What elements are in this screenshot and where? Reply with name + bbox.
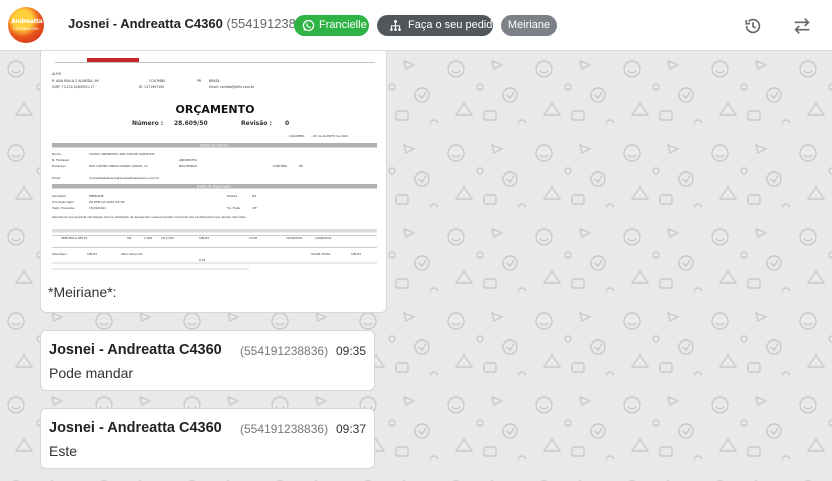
doc-numero-label: Número : (132, 120, 163, 127)
doc-date: , 20 de AGOSTO de 2021 (311, 134, 349, 138)
message-sender: Josnei - Andreatta C4360 (49, 420, 222, 436)
doc-city: COLOMBO (289, 134, 305, 138)
svg-text:N. Fantasia: N. Fantasia (52, 158, 69, 162)
tag-label: Francielle (319, 19, 367, 31)
doc-revisao-label: Revisão : (241, 120, 272, 127)
client-fantasia: ANDREATTA (179, 158, 198, 162)
client-bairro: BOQUEIRAO (179, 164, 198, 168)
neg-note: Atendendo sua prezada solicitação, temos… (52, 215, 246, 219)
neg-condicao: 28 DFM DA DATA DE NF. (89, 200, 125, 204)
message-sender: Josnei - Andreatta C4360 (49, 342, 222, 358)
svg-text:Vendedor: Vendedor (52, 194, 67, 198)
history-icon[interactable] (742, 15, 764, 37)
message-text: Este (49, 443, 78, 459)
message-sender-phone: (554191238836) (240, 422, 329, 436)
tag-label: Meiriane (507, 19, 551, 31)
svg-text:Endereço: Endereço (52, 164, 66, 168)
message-time: 09:37 (335, 422, 366, 436)
logo-subtext: DISTRIBUIDORA (13, 27, 39, 31)
client-city: CURITIBA (273, 164, 288, 168)
svg-text:COLOMBO: COLOMBO (149, 79, 166, 83)
neg-vendedor: MEIRIANE (89, 194, 104, 198)
svg-text:Moeda: Moeda (227, 194, 237, 198)
logo-text: Andreatta (11, 18, 43, 25)
item-un: UN (127, 236, 131, 240)
message-sender-phone: (554191238836) (240, 344, 329, 358)
chat-header: Andreatta DISTRIBUIDORA Josnei - Andreat… (0, 0, 832, 51)
client-email: andreattaadesivos@andreattaadesivos.com.… (89, 176, 160, 180)
quotation-document-image[interactable]: ALFIX R. ANA PAULA 2 ALMEIDA, 99 COLOMBO… (49, 51, 380, 273)
quotation-document: ALFIX R. ANA PAULA 2 ALMEIDA, 99 COLOMBO… (49, 51, 380, 273)
doc-revisao: 0 (285, 120, 289, 127)
totals-aliq-ipi: 0,25 (199, 258, 206, 262)
neg-moeda: R$ (252, 194, 256, 198)
chat-area[interactable]: ALFIX R. ANA PAULA 2 ALMEIDA, 99 COLOMBO… (0, 51, 832, 481)
company-logo[interactable]: Andreatta DISTRIBUIDORA (8, 7, 44, 43)
sitemap-icon (390, 19, 401, 31)
image-caption: *Meiriane*: (48, 284, 117, 300)
client-uf: PR (299, 164, 303, 168)
item-total: 186,81 (199, 236, 209, 240)
svg-text:Email: Email (52, 176, 60, 180)
item-produto: SEMI-BOLO REF PL (61, 236, 88, 240)
svg-text:Total Itens: Total Itens (51, 252, 67, 256)
tag-label: Faça o seu pedido (408, 19, 499, 31)
svg-text:ALFIX: ALFIX (52, 72, 62, 76)
svg-text:Condição Pgto: Condição Pgto (52, 200, 74, 204)
svg-text:Nome: Nome (52, 152, 61, 156)
item-ipi: 10,00 (249, 236, 257, 240)
tag-faca-pedido[interactable]: Faça o seu pedido (377, 15, 499, 36)
whatsapp-icon (302, 19, 315, 32)
swap-icon[interactable] (791, 15, 813, 37)
svg-text:Tp. Frete: Tp. Frete (226, 206, 240, 210)
item-validade: 24/08/2021 (315, 236, 332, 240)
svg-text:BRASIL: BRASIL (209, 79, 220, 83)
item-entrega: 20/09/2021 (286, 236, 303, 240)
totals-valor-label: VALOR TOTAL (311, 252, 331, 256)
totals-itens: 186,81 (87, 252, 97, 256)
doc-title: ORÇAMENTO (176, 103, 255, 116)
tag-meiriane[interactable]: Meiriane (501, 15, 557, 36)
svg-text:Valid. Proposta: Valid. Proposta (52, 206, 74, 210)
item-unit: 18,7/100 (161, 236, 174, 240)
message-time: 09:35 (335, 344, 366, 358)
totals-desconto-label: Valor Desconto (121, 252, 143, 256)
message-bubble[interactable]: Josnei - Andreatta C4360 (554191238836) … (40, 408, 375, 469)
neg-prazo: 15/09/2021 (89, 206, 106, 210)
image-message[interactable]: ALFIX R. ANA PAULA 2 ALMEIDA, 99 COLOMBO… (40, 51, 387, 313)
doc-numero: 28.609/50 (174, 120, 208, 127)
svg-text:IE: 1371997100: IE: 1371997100 (139, 85, 164, 89)
client-address: RUA CASTRO RIBAS DURÃO LONGO, 11 (89, 163, 148, 168)
message-bubble[interactable]: Josnei - Andreatta C4360 (554191238836) … (40, 330, 375, 391)
section-negotiation: Dados da Negociação (197, 185, 232, 189)
svg-text:CNPJ: 73.214.028/0001-17: CNPJ: 73.214.028/0001-17 (52, 85, 94, 89)
neg-frete: CIF (252, 206, 257, 210)
contact-title[interactable]: Josnei - Andreatta C4360 (554191238836) (68, 16, 322, 31)
contact-name: Josnei - Andreatta C4360 (68, 16, 223, 31)
tag-francielle[interactable]: Francielle (294, 15, 369, 36)
message-text: Pode mandar (49, 365, 134, 381)
client-name: CASSIA ANDREATTA IND.COM.DE ADESIVOS (89, 152, 155, 156)
item-qtd: 1.000 (144, 236, 152, 240)
totals-valor: 186,81 (351, 252, 361, 256)
svg-text:Email: contato@alfix.com.br: Email: contato@alfix.com.br (209, 85, 255, 89)
section-client: Dados do Cliente (200, 144, 227, 148)
svg-text:R. ANA PAULA 2 ALMEIDA, 99: R. ANA PAULA 2 ALMEIDA, 99 (52, 79, 99, 83)
